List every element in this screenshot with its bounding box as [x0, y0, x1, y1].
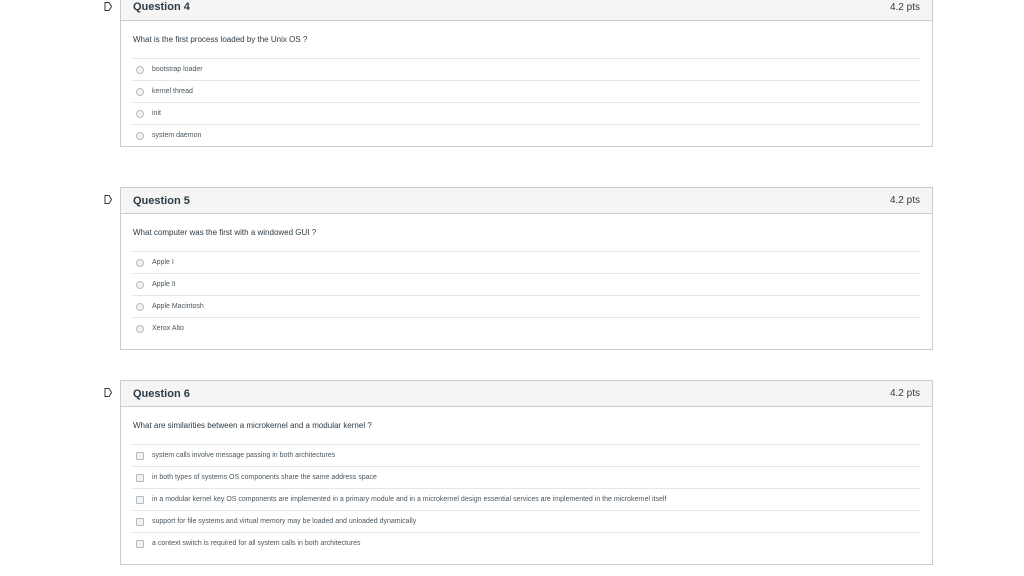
answer-option[interactable]: system calls involve message passing in …: [132, 445, 921, 467]
question-header: Question 4 4.2 pts: [121, 0, 932, 21]
question-points: 4.2 pts: [889, 195, 920, 206]
answer-label: Apple Macintosh: [152, 303, 204, 310]
answer-option[interactable]: kernel thread: [132, 81, 921, 103]
checkbox[interactable]: [136, 539, 144, 548]
checkbox[interactable]: [136, 451, 144, 460]
answer-option[interactable]: Apple Macintosh: [132, 296, 921, 318]
question-points: 4.2 pts: [889, 1, 920, 13]
answer-option[interactable]: init: [132, 103, 921, 125]
answer-label: Apple II: [152, 281, 176, 288]
answer-option[interactable]: support for file systems and virtual mem…: [132, 511, 921, 533]
answer-label: kernel thread: [152, 88, 193, 95]
radio-button[interactable]: [136, 258, 144, 267]
answer-label: a context switch is required for all sys…: [152, 540, 361, 547]
question-prompt: What are similarities between a microker…: [133, 421, 372, 430]
answer-option[interactable]: bootstrap loader: [132, 59, 921, 81]
question-5: Question 5 4.2 pts What computer was the…: [120, 187, 933, 350]
answer-list: system calls involve message passing in …: [132, 444, 921, 564]
question-6: Question 6 4.2 pts What are similarities…: [120, 380, 933, 565]
checkbox[interactable]: [136, 473, 144, 482]
flag-question-icon[interactable]: [104, 388, 112, 397]
question-header: Question 5 4.2 pts: [121, 188, 932, 214]
question-header: Question 6 4.2 pts: [121, 381, 932, 407]
question-prompt: What is the first process loaded by the …: [133, 35, 308, 44]
question-title: Question 4: [133, 1, 190, 13]
answer-list: Apple I Apple II Apple Macintosh Xerox A…: [132, 251, 921, 349]
question-title: Question 5: [133, 194, 190, 207]
checkbox[interactable]: [136, 517, 144, 526]
radio-button[interactable]: [136, 131, 144, 140]
radio-button[interactable]: [136, 324, 144, 333]
answer-list: bootstrap loader kernel thread init syst…: [132, 58, 921, 146]
question-points: 4.2 pts: [889, 388, 920, 399]
question-prompt: What computer was the first with a windo…: [133, 228, 317, 237]
answer-label: init: [152, 110, 161, 117]
answer-option[interactable]: Xerox Alto: [132, 318, 921, 339]
answer-label: system calls involve message passing in …: [152, 452, 336, 459]
answer-option[interactable]: in both types of systems OS components s…: [132, 467, 921, 489]
checkbox[interactable]: [136, 495, 144, 504]
answer-option[interactable]: a context switch is required for all sys…: [132, 533, 921, 554]
radio-button[interactable]: [136, 280, 144, 289]
answer-option[interactable]: system daemon: [132, 125, 921, 146]
radio-button[interactable]: [136, 109, 144, 118]
answer-option[interactable]: Apple II: [132, 274, 921, 296]
answer-label: in both types of systems OS components s…: [152, 474, 377, 481]
flag-question-icon[interactable]: [104, 195, 112, 204]
answer-option[interactable]: in a modular kernel key OS components ar…: [132, 489, 921, 511]
answer-label: Xerox Alto: [152, 325, 184, 332]
answer-label: Apple I: [152, 259, 174, 266]
answer-label: bootstrap loader: [152, 66, 203, 73]
answer-option[interactable]: Apple I: [132, 252, 921, 274]
question-4: Question 4 4.2 pts What is the first pro…: [120, 0, 933, 147]
radio-button[interactable]: [136, 65, 144, 74]
answer-label: support for file systems and virtual mem…: [152, 518, 417, 525]
answer-label: in a modular kernel key OS components ar…: [152, 496, 667, 503]
radio-button[interactable]: [136, 87, 144, 96]
answer-label: system daemon: [152, 132, 202, 139]
flag-question-icon[interactable]: [104, 2, 112, 11]
question-title: Question 6: [133, 387, 190, 400]
radio-button[interactable]: [136, 302, 144, 311]
